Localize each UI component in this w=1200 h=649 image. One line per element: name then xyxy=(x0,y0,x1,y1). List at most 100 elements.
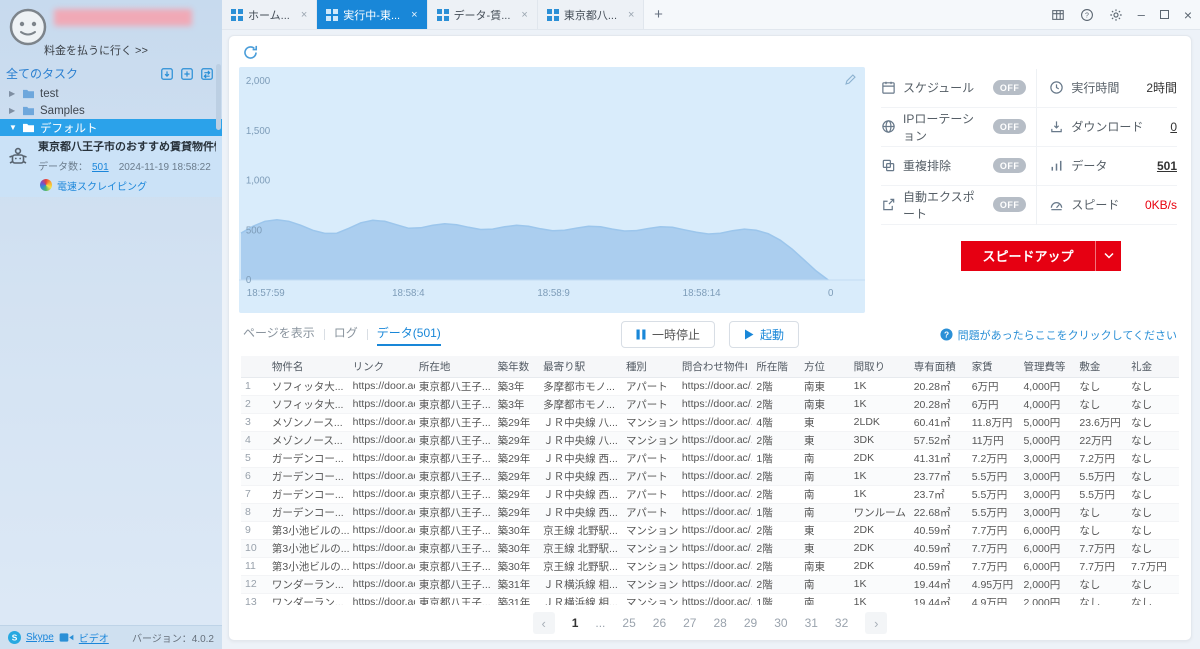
next-page-button[interactable]: › xyxy=(865,612,888,634)
off-toggle[interactable]: OFF xyxy=(992,119,1027,134)
column-header[interactable]: 管理費等 xyxy=(1019,355,1076,378)
tab-data[interactable]: データ-賃... × xyxy=(427,0,538,29)
svg-text:?: ? xyxy=(1085,12,1089,19)
payment-link[interactable]: 料金を払うに行く >> xyxy=(44,42,148,58)
close-tab-icon[interactable]: × xyxy=(622,9,634,21)
data-count-link[interactable]: 501 xyxy=(1157,159,1177,173)
table-row[interactable]: 2ソフィッタ大...https://door.ac/...東京都八王子...築3… xyxy=(241,395,1179,414)
column-header[interactable]: 敷金 xyxy=(1075,355,1128,378)
column-header[interactable]: 最寄り駅 xyxy=(539,355,622,378)
caret-down-icon: ▼ xyxy=(9,123,17,132)
skype-link[interactable]: Skype xyxy=(26,632,54,643)
table-cell: 5.5万円 xyxy=(967,467,1020,486)
sidebar-folder-samples[interactable]: ▶ Samples xyxy=(0,102,222,119)
column-header[interactable] xyxy=(241,355,268,378)
folder-icon xyxy=(22,105,35,116)
table-row[interactable]: 3メゾンノース...https://door.ac/...東京都八王子...築2… xyxy=(241,413,1179,432)
subtab-log[interactable]: ログ xyxy=(334,324,358,346)
video-link[interactable]: ビデオ xyxy=(79,630,109,645)
column-header[interactable]: リンク xyxy=(348,355,415,378)
ip-rotation-setting[interactable]: IPローテーション OFF xyxy=(881,107,1038,147)
auto-export-setting[interactable]: 自動エクスポート OFF xyxy=(881,185,1038,225)
page-number[interactable]: 29 xyxy=(744,616,757,630)
new-task-icon[interactable] xyxy=(180,67,194,81)
table-cell: なし xyxy=(1075,593,1128,605)
table-row[interactable]: 4メゾンノース...https://door.ac/...東京都八王子...築2… xyxy=(241,431,1179,450)
column-header[interactable]: 間取り xyxy=(849,355,910,378)
chevron-down-icon[interactable] xyxy=(1095,240,1121,271)
table-row[interactable]: 12ワンダーラン...https://door.ac/...東京都八王子...築… xyxy=(241,575,1179,594)
close-tab-icon[interactable]: × xyxy=(515,9,527,21)
column-header[interactable]: 専有面積 xyxy=(909,355,968,378)
column-header[interactable]: 所在階 xyxy=(752,355,800,378)
off-toggle[interactable]: OFF xyxy=(992,80,1027,95)
download-count-link[interactable]: 0 xyxy=(1170,120,1177,134)
apps-grid-icon[interactable] xyxy=(1051,8,1065,22)
off-toggle[interactable]: OFF xyxy=(992,158,1027,173)
import-task-icon[interactable] xyxy=(160,67,174,81)
column-header[interactable]: 問合わせ物件I xyxy=(677,355,753,378)
scraping-mode-link[interactable]: 電速スクレイピング xyxy=(57,178,147,193)
page-number[interactable]: 26 xyxy=(653,616,666,630)
tab-home[interactable]: ホーム... × xyxy=(222,0,318,29)
subtab-data[interactable]: データ(501) xyxy=(376,324,441,346)
page-number[interactable]: 30 xyxy=(774,616,787,630)
dedupe-setting[interactable]: 重複排除 OFF xyxy=(881,146,1038,186)
gear-icon[interactable] xyxy=(1109,8,1123,22)
prev-page-button[interactable]: ‹ xyxy=(532,612,555,634)
column-header[interactable]: 所在地 xyxy=(414,355,494,378)
help-icon[interactable]: ? xyxy=(1080,8,1094,22)
table-cell: https://door.ac/... xyxy=(677,503,753,522)
tab-tokyo[interactable]: 東京都八... × xyxy=(537,0,645,29)
table-row[interactable]: 1ソフィッタ大...https://door.ac/...東京都八王子...築3… xyxy=(241,377,1179,396)
close-tab-icon[interactable]: × xyxy=(295,9,307,21)
start-button[interactable]: 起動 xyxy=(729,321,800,348)
column-header[interactable]: 家賃 xyxy=(967,355,1020,378)
page-number[interactable]: 25 xyxy=(622,616,635,630)
column-header[interactable]: 種別 xyxy=(621,355,678,378)
maximize-icon[interactable] xyxy=(1159,10,1169,19)
sidebar-folder-default[interactable]: ▼ デフォルト xyxy=(0,119,222,136)
schedule-setting[interactable]: スケジュール OFF xyxy=(881,68,1038,108)
table-row[interactable]: 10第3小池ビルの...https://door.ac/...東京都八王子...… xyxy=(241,539,1179,558)
column-header[interactable]: 礼金 xyxy=(1127,355,1179,378)
page-number[interactable]: 27 xyxy=(683,616,696,630)
table-cell: なし xyxy=(1127,503,1179,522)
table-row[interactable]: 6ガーデンコー...https://door.ac/...東京都八王子...築2… xyxy=(241,467,1179,486)
off-toggle[interactable]: OFF xyxy=(992,197,1027,212)
column-header[interactable]: 方位 xyxy=(799,355,850,378)
table-row[interactable]: 8ガーデンコー...https://door.ac/...東京都八王子...築2… xyxy=(241,503,1179,522)
runtime-value: 2時間 xyxy=(1146,81,1177,95)
column-header[interactable]: 物件名 xyxy=(267,355,349,378)
subtab-show-page[interactable]: ページを表示 xyxy=(243,324,315,346)
switch-view-icon[interactable] xyxy=(200,67,214,81)
refresh-button[interactable] xyxy=(239,41,261,63)
table-cell: なし xyxy=(1127,395,1179,414)
pause-button[interactable]: 一時停止 xyxy=(620,321,715,348)
table-row[interactable]: 7ガーデンコー...https://door.ac/...東京都八王子...築2… xyxy=(241,485,1179,504)
sidebar-folder-test[interactable]: ▶ test xyxy=(0,85,222,102)
help-link[interactable]: ? 問題があったらここをクリックしてください xyxy=(940,327,1177,343)
new-tab-button[interactable]: + xyxy=(644,0,672,29)
column-header[interactable]: 築年数 xyxy=(493,355,540,378)
page-number[interactable]: 31 xyxy=(805,616,818,630)
tab-running[interactable]: 実行中-東... × xyxy=(317,0,428,29)
table-cell: 1K xyxy=(849,575,910,594)
table-row[interactable]: 5ガーデンコー...https://door.ac/...東京都八王子...築2… xyxy=(241,449,1179,468)
task-card[interactable]: 東京都八王子市のおすすめ賃貸物件情報【... データ数： 501 2024-11… xyxy=(0,136,222,197)
sidebar-scrollbar[interactable] xyxy=(216,64,221,130)
table-cell: https://door.ac/... xyxy=(677,485,753,504)
table-row[interactable]: 11第3小池ビルの...https://door.ac/...東京都八王子...… xyxy=(241,557,1179,576)
table-cell: https://door.ac/... xyxy=(677,449,753,468)
table-row[interactable]: 13ワンダーラン...https://door.ac/...東京都八王子...築… xyxy=(241,593,1179,605)
table-cell: 京王線 北野駅... xyxy=(539,557,622,576)
table-row[interactable]: 9第3小池ビルの...https://door.ac/...東京都八王子...築… xyxy=(241,521,1179,540)
data-count-link[interactable]: 501 xyxy=(92,162,109,173)
speedup-button[interactable]: スピードアップ xyxy=(961,240,1121,271)
edit-icon[interactable] xyxy=(844,73,857,86)
page-number[interactable]: 28 xyxy=(713,616,726,630)
close-tab-icon[interactable]: × xyxy=(405,9,417,21)
page-number[interactable]: 32 xyxy=(835,616,848,630)
table-cell: 東京都八王子... xyxy=(414,449,494,468)
page-number[interactable]: 1 xyxy=(572,616,579,630)
